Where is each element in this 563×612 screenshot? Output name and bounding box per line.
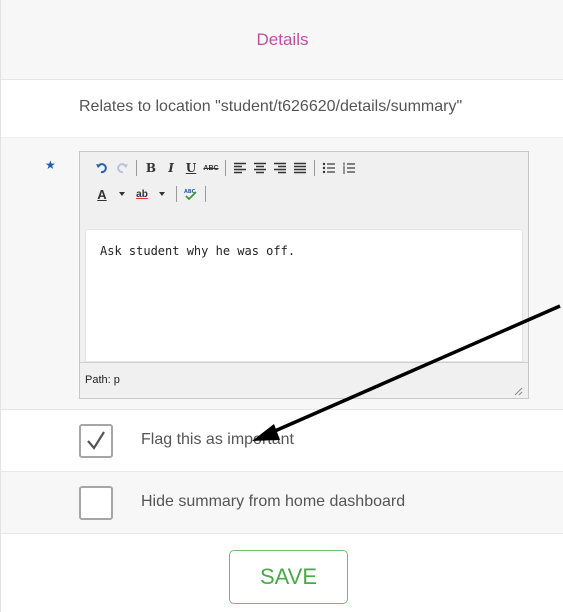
flag-important-checkbox[interactable] [79, 424, 113, 458]
toolbar-separator [314, 160, 315, 176]
align-justify-icon[interactable] [292, 159, 308, 177]
bold-button[interactable]: B [143, 159, 159, 177]
flag-important-row: Flag this as important [1, 410, 563, 472]
relates-row: Relates to location "student/t626620/det… [1, 80, 563, 138]
save-row: SAVE [1, 534, 563, 612]
toolbar-separator [225, 160, 226, 176]
chevron-down-icon[interactable] [154, 185, 170, 203]
summary-editor-row: ★ B I U ABC A ab ABC Ask student why he … [1, 138, 563, 410]
toolbar-row-1: B I U ABC [94, 158, 357, 178]
flag-important-label: Flag this as important [141, 431, 294, 448]
highlight-letters: ab [136, 188, 148, 200]
editor-statusbar: Path: p [80, 362, 528, 398]
font-color-button[interactable]: A [94, 185, 110, 203]
align-right-icon[interactable] [272, 159, 288, 177]
checkmark-icon [87, 431, 105, 450]
strikethrough-button[interactable]: ABC [203, 159, 219, 177]
toolbar-separator [205, 186, 206, 202]
rich-text-editor: B I U ABC A ab ABC Ask student why he wa… [79, 151, 529, 399]
required-star-icon: ★ [45, 158, 56, 172]
highlight-color-button[interactable]: ab [134, 185, 150, 203]
toolbar-separator [176, 186, 177, 202]
editor-path-label: Path: p [85, 374, 120, 386]
toolbar-separator [136, 160, 137, 176]
spellcheck-icon[interactable]: ABC [183, 185, 199, 203]
editor-content-text: Ask student why he was off. [100, 244, 296, 258]
editor-toolbar: B I U ABC A ab ABC [80, 152, 528, 229]
save-button[interactable]: SAVE [229, 550, 348, 604]
resize-grip-icon[interactable] [513, 383, 523, 396]
underline-button[interactable]: U [183, 159, 199, 177]
details-header: Details [1, 0, 563, 80]
italic-button[interactable]: I [163, 159, 179, 177]
font-color-letter: A [97, 186, 107, 202]
undo-icon[interactable] [94, 159, 110, 177]
editor-content-area[interactable]: Ask student why he was off. [85, 229, 523, 362]
hide-summary-row: Hide summary from home dashboard [1, 472, 563, 534]
bullet-list-icon[interactable] [321, 159, 337, 177]
relates-location-text: Relates to location "student/t626620/det… [79, 98, 463, 115]
hide-summary-checkbox[interactable] [79, 486, 113, 520]
align-center-icon[interactable] [252, 159, 268, 177]
hide-summary-label: Hide summary from home dashboard [141, 493, 406, 510]
numbered-list-icon[interactable] [341, 159, 357, 177]
page-title: Details [256, 29, 309, 49]
redo-icon[interactable] [114, 159, 130, 177]
chevron-down-icon[interactable] [114, 185, 130, 203]
toolbar-row-2: A ab ABC [94, 184, 208, 204]
align-left-icon[interactable] [232, 159, 248, 177]
details-panel: Details Relates to location "student/t62… [0, 0, 563, 612]
